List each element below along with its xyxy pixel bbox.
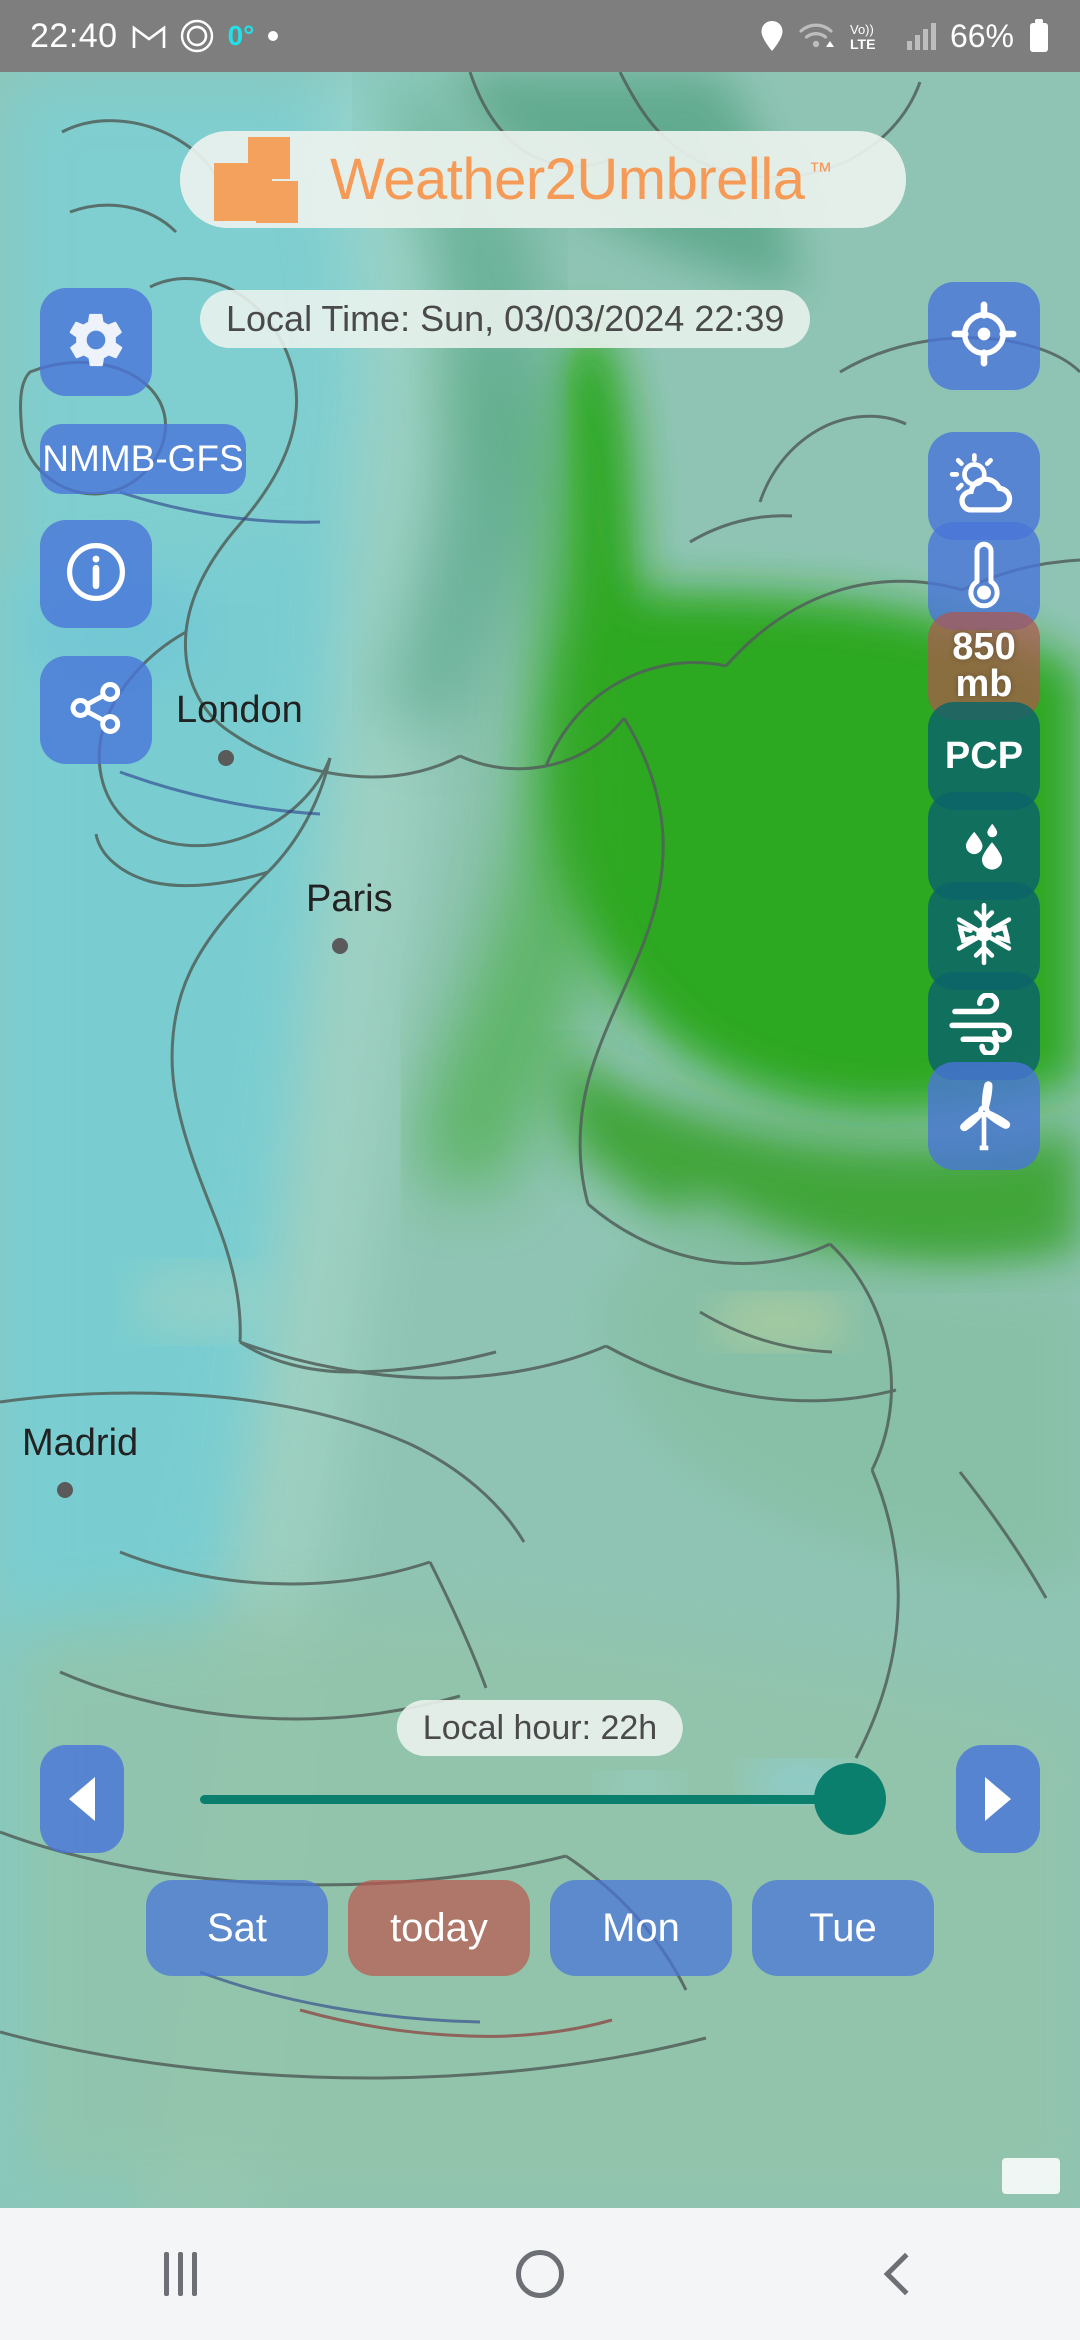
city-dot-london: [218, 750, 234, 766]
status-bar-right: Vo)) LTE 66%: [760, 18, 1050, 55]
thermometer-icon: [958, 539, 1010, 614]
app-screen: 22:40 0° Vo)) LTE 66% London Paris Madri…: [0, 0, 1080, 2340]
city-dot-madrid: [57, 1482, 73, 1498]
day-label: Sat: [206, 1905, 268, 1950]
snowflake-icon: [950, 900, 1018, 973]
pcp-label: PCP: [944, 734, 1024, 777]
svg-text:Vo)): Vo)): [850, 22, 874, 37]
status-bar-left: 22:40 0°: [30, 16, 279, 56]
hour-slider-track[interactable]: [200, 1795, 880, 1804]
model-label: NMMB-GFS: [42, 438, 244, 479]
volte-icon: Vo)) LTE: [848, 20, 892, 52]
day-button-tue[interactable]: Tue: [752, 1880, 934, 1976]
day-button-sat[interactable]: Sat: [146, 1880, 328, 1976]
notification-dot-icon: [268, 31, 279, 41]
recent-apps-icon: [163, 2252, 197, 2296]
home-button[interactable]: [450, 2208, 630, 2340]
svg-text:LTE: LTE: [850, 36, 875, 52]
city-dot-paris: [332, 938, 348, 954]
back-button[interactable]: [810, 2208, 990, 2340]
share-nodes-icon: [65, 677, 127, 744]
day-selector: Sat today Mon Tue: [0, 1880, 1080, 1976]
city-label-paris: Paris: [306, 878, 393, 920]
status-temperature: 0°: [227, 20, 255, 51]
map-attribution-box: [1002, 2158, 1060, 2194]
chevron-right-icon: [985, 1777, 1011, 1821]
info-button[interactable]: [40, 520, 152, 628]
local-hour-label: Local hour: 22h: [396, 1700, 684, 1756]
weather2umbrella-squares-logo-icon: [214, 136, 310, 223]
gear-icon: [64, 308, 128, 377]
local-time-label: Local Time: Sun, 03/03/2024 22:39: [200, 290, 811, 348]
settings-button[interactable]: [40, 288, 152, 396]
recent-apps-button[interactable]: [90, 2208, 270, 2340]
brand-banner: Weather2Umbrella ™: [180, 131, 906, 228]
trademark-symbol: ™: [808, 157, 832, 185]
locate-me-button[interactable]: [928, 282, 1040, 390]
share-button[interactable]: [40, 656, 152, 764]
pressure-unit: mb: [955, 663, 1013, 705]
hour-slider-thumb[interactable]: [814, 1763, 886, 1835]
battery-percent: 66%: [949, 17, 1014, 54]
android-navigation-bar: [0, 2208, 1080, 2340]
day-label: today: [390, 1905, 488, 1950]
wind-turbine-icon: [953, 1077, 1015, 1156]
battery-icon: [1028, 19, 1050, 53]
day-label: Mon: [602, 1905, 680, 1950]
wifi-icon: [798, 21, 834, 51]
city-label-madrid: Madrid: [22, 1422, 139, 1464]
gmail-icon: [132, 22, 166, 50]
pressure-value: 850: [952, 625, 1016, 668]
day-button-mon[interactable]: Mon: [550, 1880, 732, 1976]
wind-lines-icon: [948, 991, 1020, 1060]
status-bar: 22:40 0° Vo)) LTE 66%: [0, 0, 1080, 72]
next-hour-button[interactable]: [956, 1745, 1040, 1853]
location-pin-icon: [760, 20, 784, 52]
gps-crosshair-icon: [951, 301, 1017, 372]
day-label: Tue: [809, 1905, 877, 1950]
day-button-today[interactable]: today: [348, 1880, 530, 1976]
circle-logo-icon: [180, 19, 214, 53]
brand-name-text: Weather2Umbrella: [330, 147, 805, 212]
previous-hour-button[interactable]: [40, 1745, 124, 1853]
home-circle-icon: [516, 2250, 564, 2298]
signal-bars-icon: [906, 21, 936, 51]
back-chevron-icon: [883, 2252, 927, 2296]
model-button[interactable]: NMMB-GFS: [40, 424, 246, 494]
sun-behind-cloud-icon: [948, 451, 1020, 522]
brand-name: Weather2Umbrella ™: [330, 146, 832, 213]
chevron-left-icon: [69, 1777, 95, 1821]
info-circle-icon: [63, 539, 129, 610]
raindrops-icon: [953, 813, 1015, 880]
status-time: 22:40: [30, 16, 118, 55]
city-label-london: London: [176, 689, 303, 731]
wind-energy-button[interactable]: [928, 1062, 1040, 1170]
